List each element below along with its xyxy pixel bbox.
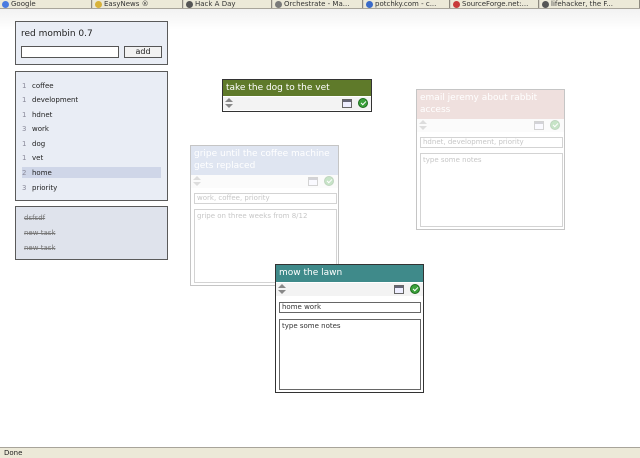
tag-item-hdnet[interactable]: 1 hdnet (22, 109, 161, 120)
tag-count: 2 (22, 168, 27, 177)
complete-check-icon[interactable] (324, 176, 334, 186)
tag-item-home[interactable]: 2 home (22, 167, 161, 178)
task-notes-area[interactable]: type some notes (279, 319, 421, 390)
browser-tab-orchestrate[interactable]: Orchestrate - Ma... (273, 0, 363, 8)
potchky-icon (366, 1, 373, 8)
tag-item-work[interactable]: 3 work (22, 123, 161, 134)
browser-tab-google[interactable]: Google (0, 0, 92, 8)
reorder-arrows-icon[interactable] (278, 284, 286, 295)
add-button[interactable]: add (124, 46, 162, 58)
status-text: Done (4, 449, 23, 457)
completed-tasks-panel: dsfsdf new task new task (15, 206, 168, 260)
add-task-input[interactable] (21, 46, 119, 58)
task-note-toolbar (191, 175, 338, 188)
tag-count: 1 (22, 153, 27, 162)
tag-item-dog[interactable]: 1 dog (22, 138, 161, 149)
reorder-arrows-icon[interactable] (419, 120, 427, 131)
task-note-title[interactable]: take the dog to the vet (223, 80, 371, 96)
tag-item-priority[interactable]: 3 priority (22, 182, 161, 193)
sourceforge-icon (453, 1, 460, 8)
calendar-icon[interactable] (308, 177, 318, 186)
task-tags-field[interactable]: home work (279, 302, 421, 313)
tag-label: work (32, 124, 49, 133)
tag-item-vet[interactable]: 1 vet (22, 152, 161, 163)
tag-count: 1 (22, 95, 27, 104)
completed-task[interactable]: dsfsdf (24, 214, 45, 222)
complete-check-icon[interactable] (358, 98, 368, 108)
google-icon (2, 1, 9, 8)
easynews-icon (95, 1, 102, 8)
task-note[interactable]: take the dog to the vet (222, 79, 372, 112)
hackaday-icon (186, 1, 193, 8)
tag-count: 1 (22, 110, 27, 119)
orchestrate-icon (275, 1, 282, 8)
tag-list-panel: 1 coffee 1 development 1 hdnet 3 work 1 dog 1… (15, 71, 168, 201)
tag-label: vet (32, 153, 44, 162)
app-header-panel: red mombin 0.7 add (15, 21, 168, 65)
tag-item-coffee[interactable]: 1 coffee (22, 80, 161, 91)
task-note-title[interactable]: gripe until the coffee machine gets repl… (191, 146, 338, 175)
browser-status-bar: Done (0, 447, 640, 458)
task-note-title[interactable]: mow the lawn (276, 265, 423, 282)
tag-label: development (32, 95, 79, 104)
browser-tab-strip: Google EasyNews ® Hack A Day Orchestrate… (0, 0, 640, 9)
task-note-toolbar (223, 97, 371, 110)
tag-label: dog (32, 139, 46, 148)
completed-task[interactable]: new task (24, 244, 55, 252)
task-note[interactable]: email jeremy about rabbit access hdnet, … (416, 89, 565, 230)
tag-count: 3 (22, 124, 27, 133)
task-note-title[interactable]: email jeremy about rabbit access (417, 90, 564, 119)
browser-tab-sourceforge[interactable]: SourceForge.net:... (451, 0, 539, 8)
calendar-icon[interactable] (342, 99, 352, 108)
lifehacker-icon (542, 1, 549, 8)
task-notes-area[interactable]: type some notes (420, 153, 563, 227)
browser-tab-easynews[interactable]: EasyNews ® (93, 0, 183, 8)
task-note-toolbar (276, 283, 423, 296)
tag-label: coffee (32, 81, 54, 90)
browser-tab-hackaday[interactable]: Hack A Day (184, 0, 272, 8)
reorder-arrows-icon[interactable] (193, 176, 201, 187)
task-note-toolbar (417, 119, 564, 132)
tag-count: 1 (22, 81, 27, 90)
browser-tab-lifehacker[interactable]: lifehacker, the F... (540, 0, 640, 8)
reorder-arrows-icon[interactable] (225, 98, 233, 109)
calendar-icon[interactable] (394, 285, 404, 294)
tag-label: home (32, 168, 52, 177)
complete-check-icon[interactable] (550, 120, 560, 130)
calendar-icon[interactable] (534, 121, 544, 130)
app-title: red mombin 0.7 (21, 29, 93, 39)
task-tags-field[interactable]: work, coffee, priority (194, 193, 337, 204)
task-tags-field[interactable]: hdnet, development, priority (420, 137, 563, 148)
tag-count: 3 (22, 183, 27, 192)
tag-count: 1 (22, 139, 27, 148)
completed-task[interactable]: new task (24, 229, 55, 237)
task-note[interactable]: mow the lawn home work type some notes (275, 264, 424, 393)
tag-label: hdnet (32, 110, 53, 119)
tag-label: priority (32, 183, 58, 192)
browser-tab-potchky[interactable]: potchky.com - c... (364, 0, 450, 8)
complete-check-icon[interactable] (410, 284, 420, 294)
tag-item-development[interactable]: 1 development (22, 94, 161, 105)
